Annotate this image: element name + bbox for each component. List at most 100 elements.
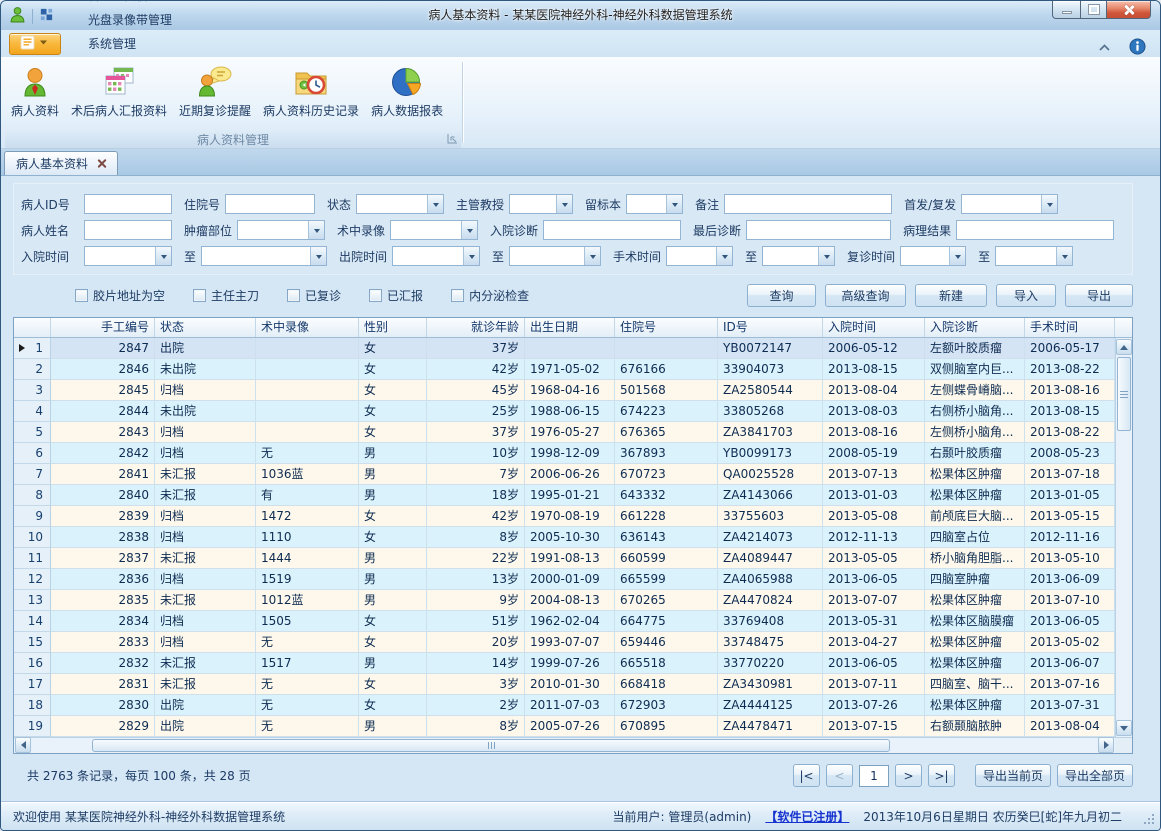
row-header[interactable]: 10 xyxy=(14,527,51,548)
combo-dropdown-icon[interactable] xyxy=(310,247,326,265)
filter-combo-0-6[interactable] xyxy=(961,194,1058,214)
table-cell[interactable]: 10岁 xyxy=(427,443,525,464)
row-header[interactable]: 1 xyxy=(14,338,51,359)
filter-combo-0-2[interactable] xyxy=(356,194,444,214)
layout-grid-icon[interactable] xyxy=(39,7,54,25)
table-cell[interactable]: 2013-06-05 xyxy=(823,569,925,590)
table-cell[interactable]: 归档 xyxy=(155,611,256,632)
table-cell[interactable]: 无 xyxy=(256,716,359,737)
table-cell[interactable]: 37岁 xyxy=(427,422,525,443)
table-cell[interactable]: 女 xyxy=(359,401,427,422)
checkbox-box[interactable] xyxy=(75,289,88,302)
table-cell[interactable]: 2013-05-15 xyxy=(1025,506,1115,527)
table-cell[interactable]: 1036蓝 xyxy=(256,464,359,485)
table-cell[interactable]: 1012蓝 xyxy=(256,590,359,611)
scroll-up-icon[interactable] xyxy=(1116,339,1132,355)
table-row[interactable]: 162832未汇报1517男14岁1999-07-266655183377022… xyxy=(14,653,1132,674)
table-cell[interactable]: 女 xyxy=(359,380,427,401)
table-cell[interactable] xyxy=(256,359,359,380)
table-cell[interactable]: 女 xyxy=(359,506,427,527)
table-cell[interactable]: 51岁 xyxy=(427,611,525,632)
filter-combo-2-2[interactable] xyxy=(392,246,480,266)
table-cell[interactable]: 归档 xyxy=(155,422,256,443)
create-button[interactable]: 新建 xyxy=(915,284,987,307)
filter-combo-2-7[interactable] xyxy=(995,246,1073,266)
table-row[interactable]: 182830出院无女2岁2011-07-03672903ZA4444125201… xyxy=(14,695,1132,716)
table-cell[interactable]: 2013-05-02 xyxy=(1025,632,1115,653)
filter-input-0-0[interactable] xyxy=(84,194,172,214)
table-cell[interactable]: 2013-05-08 xyxy=(823,506,925,527)
table-cell[interactable]: 501568 xyxy=(615,380,718,401)
table-cell[interactable]: YB0072147 xyxy=(718,338,823,359)
filter-combo-2-6[interactable] xyxy=(900,246,966,266)
filter-input-1-0[interactable] xyxy=(84,220,172,240)
table-cell[interactable]: 归档 xyxy=(155,506,256,527)
combo-dropdown-icon[interactable] xyxy=(716,247,732,265)
table-cell[interactable]: 未出院 xyxy=(155,401,256,422)
table-cell[interactable]: 2013-08-04 xyxy=(823,380,925,401)
table-cell[interactable]: 无 xyxy=(256,674,359,695)
table-cell[interactable]: 2847 xyxy=(51,338,155,359)
table-cell[interactable]: 2011-07-03 xyxy=(525,695,615,716)
table-cell[interactable]: 33748475 xyxy=(718,632,823,653)
table-cell[interactable]: 2008-05-19 xyxy=(823,443,925,464)
table-cell[interactable]: 未汇报 xyxy=(155,590,256,611)
table-cell[interactable]: 2833 xyxy=(51,632,155,653)
table-cell[interactable]: 男 xyxy=(359,548,427,569)
ribbon-collapse-icon[interactable] xyxy=(1098,41,1111,55)
table-cell[interactable]: 2006-05-17 xyxy=(1025,338,1115,359)
row-header[interactable]: 11 xyxy=(14,548,51,569)
table-cell[interactable]: 出院 xyxy=(155,695,256,716)
table-cell[interactable]: 2013-07-13 xyxy=(823,464,925,485)
table-cell[interactable]: 2013-06-05 xyxy=(1025,611,1115,632)
row-header[interactable]: 12 xyxy=(14,569,51,590)
table-cell[interactable]: 未汇报 xyxy=(155,548,256,569)
table-cell[interactable]: 2013-05-05 xyxy=(823,548,925,569)
row-header[interactable]: 19 xyxy=(14,716,51,737)
table-cell[interactable]: 1995-01-21 xyxy=(525,485,615,506)
table-cell[interactable]: 松果体区肿瘤 xyxy=(925,485,1025,506)
row-header[interactable]: 6 xyxy=(14,443,51,464)
table-cell[interactable]: QA0025528 xyxy=(718,464,823,485)
table-row[interactable]: 122836归档1519男13岁2000-01-09665599ZA406598… xyxy=(14,569,1132,590)
table-cell[interactable]: 女 xyxy=(359,422,427,443)
table-cell[interactable]: 2012-11-13 xyxy=(823,527,925,548)
table-cell[interactable]: 男 xyxy=(359,485,427,506)
table-cell[interactable]: 1962-02-04 xyxy=(525,611,615,632)
table-cell[interactable]: 男 xyxy=(359,716,427,737)
table-cell[interactable]: 664775 xyxy=(615,611,718,632)
table-cell[interactable]: ZA4214073 xyxy=(718,527,823,548)
table-cell[interactable]: 2829 xyxy=(51,716,155,737)
table-cell[interactable]: 2831 xyxy=(51,674,155,695)
page-number-input[interactable] xyxy=(859,765,889,787)
filter-combo-2-3[interactable] xyxy=(509,246,601,266)
table-cell[interactable]: 四脑室、脑干... xyxy=(925,674,1025,695)
table-row[interactable]: 52843归档女37岁1976-05-27676365ZA38417032013… xyxy=(14,422,1132,443)
table-cell[interactable]: 未汇报 xyxy=(155,464,256,485)
table-cell[interactable]: 未出院 xyxy=(155,359,256,380)
table-cell[interactable] xyxy=(256,380,359,401)
table-row[interactable]: 132835未汇报1012蓝男9岁2004-08-13670265ZA44708… xyxy=(14,590,1132,611)
table-cell[interactable]: 2013-01-03 xyxy=(823,485,925,506)
table-cell[interactable]: 2842 xyxy=(51,443,155,464)
combo-dropdown-icon[interactable] xyxy=(584,247,600,265)
table-cell[interactable]: 2837 xyxy=(51,548,155,569)
table-cell[interactable]: 女 xyxy=(359,527,427,548)
table-cell[interactable]: 2012-11-16 xyxy=(1025,527,1115,548)
table-cell[interactable]: 367893 xyxy=(615,443,718,464)
table-cell[interactable]: ZA3430981 xyxy=(718,674,823,695)
table-cell[interactable]: 2013-08-15 xyxy=(1025,401,1115,422)
combo-dropdown-icon[interactable] xyxy=(308,221,324,239)
table-cell[interactable]: 3岁 xyxy=(427,674,525,695)
table-cell[interactable]: 2000-01-09 xyxy=(525,569,615,590)
user-icon[interactable] xyxy=(9,6,26,26)
table-cell[interactable]: 左侧蝶骨嵴脑... xyxy=(925,380,1025,401)
table-cell[interactable]: 未汇报 xyxy=(155,485,256,506)
filter-input-1-4[interactable] xyxy=(746,220,891,240)
info-icon[interactable] xyxy=(1129,38,1146,58)
table-cell[interactable]: 男 xyxy=(359,569,427,590)
table-cell[interactable]: 1991-08-13 xyxy=(525,548,615,569)
table-cell[interactable]: 2013-08-15 xyxy=(823,359,925,380)
next-page-button[interactable]: > xyxy=(895,764,922,787)
table-cell[interactable]: 676166 xyxy=(615,359,718,380)
